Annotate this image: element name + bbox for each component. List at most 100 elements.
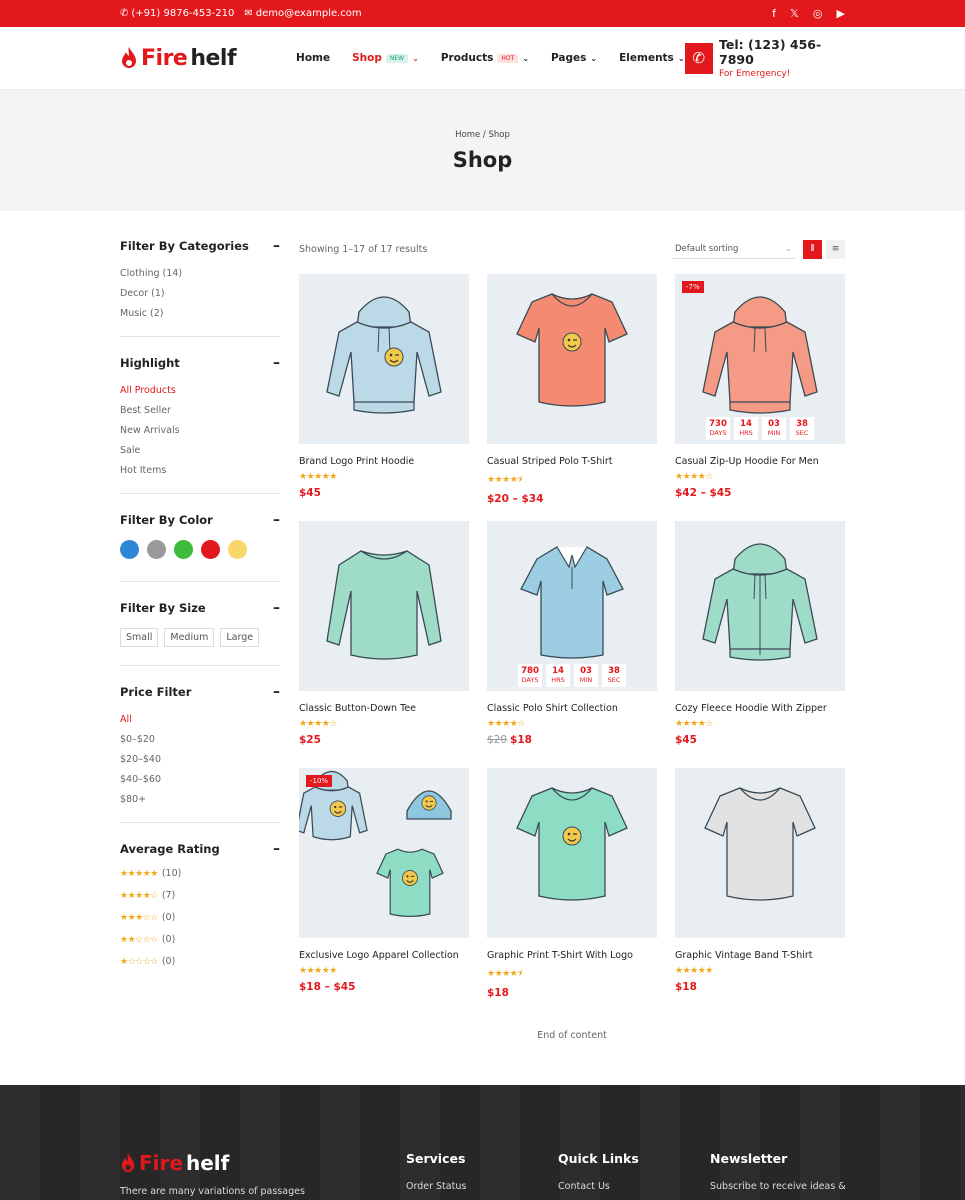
rating-count: (7) (161, 890, 176, 901)
size-option[interactable]: Small (120, 628, 159, 647)
rating-option[interactable]: ★☆☆☆☆ (0) (120, 951, 280, 973)
chevron-down-icon: ⌄ (677, 53, 685, 63)
product-name[interactable]: Graphic Print T-Shirt With Logo (487, 950, 657, 961)
product-image[interactable] (487, 274, 657, 444)
filter-option[interactable]: Hot Items (120, 461, 280, 481)
flame-icon (121, 1153, 135, 1172)
product-image[interactable]: 780 DAYS 14 HRS 03 MIN 38 SEC (487, 521, 657, 691)
filter-sidebar: Filter By Categories – Clothing (14) Decor… (120, 238, 280, 973)
footer-link[interactable]: Contact Us (558, 1181, 639, 1192)
site-logo[interactable]: Fire helf (120, 46, 237, 71)
product-name[interactable]: Brand Logo Print Hoodie (299, 456, 469, 467)
list-view-button[interactable]: ≡ (826, 239, 845, 259)
rating-option[interactable]: ★★☆☆☆ (0) (120, 929, 280, 951)
product-image[interactable]: -10% (299, 768, 469, 938)
rating-count: (10) (161, 868, 182, 879)
size-option[interactable]: Large (220, 628, 260, 647)
facebook-icon[interactable]: f (772, 7, 776, 20)
product-name[interactable]: Classic Polo Shirt Collection (487, 703, 657, 714)
countdown-hrs: 14 HRS (546, 664, 570, 687)
color-swatch[interactable] (174, 540, 193, 559)
color-swatch[interactable] (228, 540, 247, 559)
product-name[interactable]: Classic Button-Down Tee (299, 703, 469, 714)
countdown-unit: SEC (607, 676, 621, 684)
product-image[interactable] (675, 768, 845, 938)
countdown-value: 38 (608, 666, 620, 676)
product-card[interactable]: Casual Striped Polo T-Shirt ★★★★⯨ $20 – $3… (487, 274, 657, 521)
product-name[interactable]: Exclusive Logo Apparel Collection (299, 950, 469, 961)
filter-option[interactable]: New Arrivals (120, 421, 280, 441)
collapse-icon[interactable]: – (273, 684, 280, 700)
grid-view-button[interactable]: ⦀ (803, 239, 822, 259)
product-name[interactable]: Graphic Vintage Band T-Shirt (675, 950, 845, 961)
countdown-value: 730 (709, 419, 727, 429)
filter-option[interactable]: Clothing (14) (120, 264, 280, 284)
nav-item-home[interactable]: Home (296, 52, 330, 64)
nav-item-shop[interactable]: Shop NEW ⌄ (352, 52, 419, 64)
filter-option[interactable]: All (120, 710, 280, 730)
filter-option[interactable]: All Products (120, 381, 280, 401)
product-image[interactable]: -7% 730 DAYS 14 HRS 03 MIN 38 SEC (675, 274, 845, 444)
product-card[interactable]: Classic Button-Down Tee ★★★★☆ $25 (299, 521, 469, 768)
size-option[interactable]: Medium (164, 628, 215, 647)
rating-count: (0) (161, 934, 176, 945)
product-name[interactable]: Casual Striped Polo T-Shirt (487, 456, 657, 467)
nav-item-pages[interactable]: Pages ⌄ (551, 52, 597, 64)
color-swatch[interactable] (120, 540, 139, 559)
color-swatch[interactable] (147, 540, 166, 559)
x-icon[interactable]: 𝕏 (790, 7, 799, 20)
filter-option[interactable]: $20–$40 (120, 750, 280, 770)
collapse-icon[interactable]: – (273, 355, 280, 371)
instagram-icon[interactable]: ◎ (813, 7, 823, 20)
footer-link[interactable]: Order Status (406, 1181, 466, 1192)
top-phone[interactable]: ✆ (+91) 9876-453-210 (120, 8, 234, 19)
star-rating-icon: ★★★★☆ (675, 719, 713, 729)
filter-option[interactable]: $0–$20 (120, 730, 280, 750)
product-card[interactable]: Graphic Print T-Shirt With Logo ★★★★⯨ $18 (487, 768, 657, 1015)
filter-option[interactable]: Best Seller (120, 401, 280, 421)
collapse-icon[interactable]: – (273, 841, 280, 857)
current-price: $20 – $34 (487, 493, 544, 505)
product-name[interactable]: Cozy Fleece Hoodie With Zipper (675, 703, 845, 714)
product-image[interactable] (487, 768, 657, 938)
product-card[interactable]: Graphic Vintage Band T-Shirt ★★★★★ $18 (675, 768, 845, 1015)
filter-option[interactable]: Music (2) (120, 304, 280, 324)
collapse-icon[interactable]: – (273, 512, 280, 528)
grid-icon: ⦀ (810, 244, 815, 254)
collapse-icon[interactable]: – (273, 238, 280, 254)
product-image[interactable] (299, 274, 469, 444)
color-swatch[interactable] (201, 540, 220, 559)
sale-badge: -7% (682, 281, 704, 293)
list-icon: ≡ (831, 244, 840, 254)
nav-item-products[interactable]: Products HOT ⌄ (441, 52, 529, 64)
rating-option[interactable]: ★★★★★ (10) (120, 863, 280, 885)
product-card[interactable]: Brand Logo Print Hoodie ★★★★★ $45 (299, 274, 469, 521)
product-price: $18 (675, 981, 845, 993)
product-image[interactable] (299, 521, 469, 691)
breadcrumb[interactable]: Home / Shop (455, 130, 510, 140)
nav-item-elements[interactable]: Elements ⌄ (619, 52, 684, 64)
color-filter: Filter By Color – (120, 512, 280, 582)
chevron-down-icon: ⌄ (784, 243, 792, 254)
header-contact[interactable]: ✆ Tel: (123) 456-7890 For Emergency! (684, 37, 845, 79)
youtube-icon[interactable]: ▶ (837, 7, 845, 20)
rating-option[interactable]: ★★★☆☆ (0) (120, 907, 280, 929)
product-card[interactable]: -10% Exclusive Logo Apparel Collection ★★★… (299, 768, 469, 1015)
product-card[interactable]: Cozy Fleece Hoodie With Zipper ★★★★☆ $45 (675, 521, 845, 768)
product-card[interactable]: 780 DAYS 14 HRS 03 MIN 38 SEC Classic Polo Shirt… (487, 521, 657, 768)
star-rating-icon: ★★★★☆ (120, 891, 158, 901)
product-image[interactable] (675, 521, 845, 691)
top-email[interactable]: ✉ demo@example.com (244, 8, 361, 19)
price-filter: Price Filter – All $0–$20 $20–$40 $40–$60 $80… (120, 684, 280, 823)
footer-logo[interactable]: Fire helf (120, 1151, 229, 1175)
rating-option[interactable]: ★★★★☆ (7) (120, 885, 280, 907)
product-card[interactable]: -7% 730 DAYS 14 HRS 03 MIN 38 SEC Casual Zip-Up H… (675, 274, 845, 521)
rating-filter: Average Rating – ★★★★★ (10) ★★★★☆ (7) ★★★☆☆ (0… (120, 841, 280, 973)
product-name[interactable]: Casual Zip-Up Hoodie For Men (675, 456, 845, 467)
filter-option[interactable]: $40–$60 (120, 770, 280, 790)
filter-option[interactable]: Decor (1) (120, 284, 280, 304)
collapse-icon[interactable]: – (273, 600, 280, 616)
sort-select[interactable]: Default sorting ⌄ (672, 239, 795, 259)
filter-option[interactable]: Sale (120, 441, 280, 461)
filter-option[interactable]: $80+ (120, 790, 280, 810)
